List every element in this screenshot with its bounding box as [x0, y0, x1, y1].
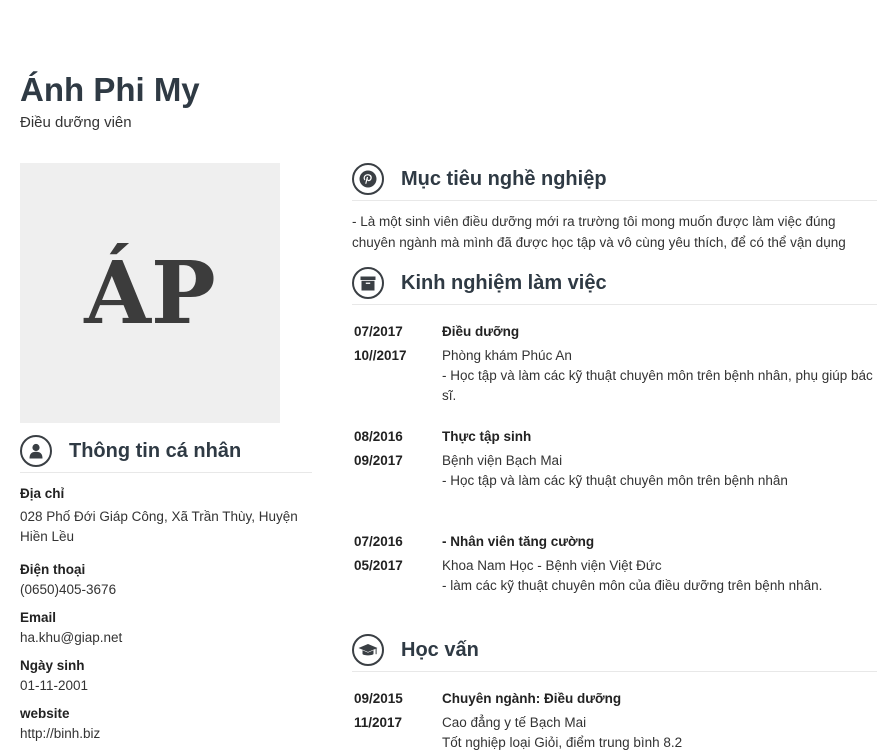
date-range: 07/2017 10//2017: [354, 322, 434, 370]
experience-header: Kinh nghiệm làm việc: [352, 262, 877, 305]
education-description: Tốt nghiệp loại Giỏi, điểm trung bình 8.…: [442, 735, 683, 750]
education-body: Chuyên ngành: Điều dưỡng Cao đẳng y tế B…: [442, 689, 877, 753]
graduation-cap-icon: [352, 634, 384, 666]
position-title: - Nhân viên tăng cường: [442, 534, 595, 549]
address-value: 028 Phố Đới Giáp Công, Xã Trần Thùy, Huy…: [20, 509, 298, 544]
end-date: 11/2017: [354, 715, 403, 730]
field-label: Email: [20, 610, 57, 625]
objective-title: Mục tiêu nghề nghiệp: [401, 167, 607, 190]
education-header: Học vấn: [352, 629, 877, 672]
birthdate-value: 01-11-2001: [20, 678, 89, 693]
objective-header: Mục tiêu nghề nghiệp: [352, 158, 877, 201]
email-value: ha.khu@giap.net: [20, 630, 123, 645]
start-date: 09/2015: [354, 691, 403, 706]
candidate-title: Điều dưỡng viên: [20, 114, 132, 131]
experience-body: Điều dưỡng Phòng khám Phúc An - Học tập …: [442, 322, 877, 406]
school-name: Cao đẳng y tế Bạch Mai: [442, 715, 587, 730]
job-description: - Học tập và làm các kỹ thuật chuyên môn…: [442, 368, 873, 403]
workplace: Khoa Nam Học - Bệnh viện Việt Đức: [442, 558, 662, 573]
archive-box-icon: [352, 267, 384, 299]
workplace: Bệnh viện Bạch Mai: [442, 453, 563, 468]
experience-title: Kinh nghiệm làm việc: [401, 271, 607, 294]
resume-header: Ánh Phi My Điều dưỡng viên: [20, 70, 200, 131]
field-label: Điện thoại: [20, 562, 86, 577]
avatar-initials: ÁP: [84, 242, 216, 344]
position-title: Thực tập sinh: [442, 429, 532, 444]
website-field: website http://binh.biz: [20, 704, 315, 744]
phone-value: (0650)405-3676: [20, 582, 117, 597]
end-date: 10//2017: [354, 348, 407, 363]
education-title: Học vấn: [401, 638, 479, 661]
objective-text: - Là một sinh viên điều dưỡng mới ra trư…: [352, 214, 846, 250]
address-field: Địa chỉ 028 Phố Đới Giáp Công, Xã Trần T…: [20, 484, 315, 547]
major-title: Chuyên ngành: Điều dưỡng: [442, 691, 622, 706]
position-title: Điều dưỡng: [442, 324, 520, 339]
end-date: 09/2017: [354, 453, 403, 468]
candidate-name: Ánh Phi My: [20, 71, 200, 108]
personal-info-title: Thông tin cá nhân: [69, 439, 242, 462]
field-label: Địa chỉ: [20, 486, 65, 501]
start-date: 07/2017: [354, 324, 403, 339]
workplace: Phòng khám Phúc An: [442, 348, 572, 363]
user-icon: [20, 435, 52, 467]
email-field: Email ha.khu@giap.net: [20, 608, 315, 648]
start-date: 08/2016: [354, 429, 403, 444]
phone-field: Điện thoại (0650)405-3676: [20, 560, 315, 600]
job-description: - Học tập và làm các kỹ thuật chuyên môn…: [442, 473, 788, 488]
date-range: 08/2016 09/2017: [354, 427, 434, 475]
experience-body: Thực tập sinh Bệnh viện Bạch Mai - Học t…: [442, 427, 877, 491]
experience-body: - Nhân viên tăng cường Khoa Nam Học - Bệ…: [442, 532, 877, 596]
pinterest-icon: [352, 163, 384, 195]
birthdate-field: Ngày sinh 01-11-2001: [20, 656, 315, 696]
field-label: website: [20, 706, 70, 721]
website-value: http://binh.biz: [20, 726, 101, 741]
job-description: - làm các kỹ thuật chuyên môn của điều d…: [442, 578, 823, 593]
start-date: 07/2016: [354, 534, 403, 549]
date-range: 09/2015 11/2017: [354, 689, 434, 737]
avatar: ÁP: [20, 163, 280, 423]
end-date: 05/2017: [354, 558, 403, 573]
date-range: 07/2016 05/2017: [354, 532, 434, 580]
field-label: Ngày sinh: [20, 658, 85, 673]
personal-info-header: Thông tin cá nhân: [20, 430, 312, 473]
